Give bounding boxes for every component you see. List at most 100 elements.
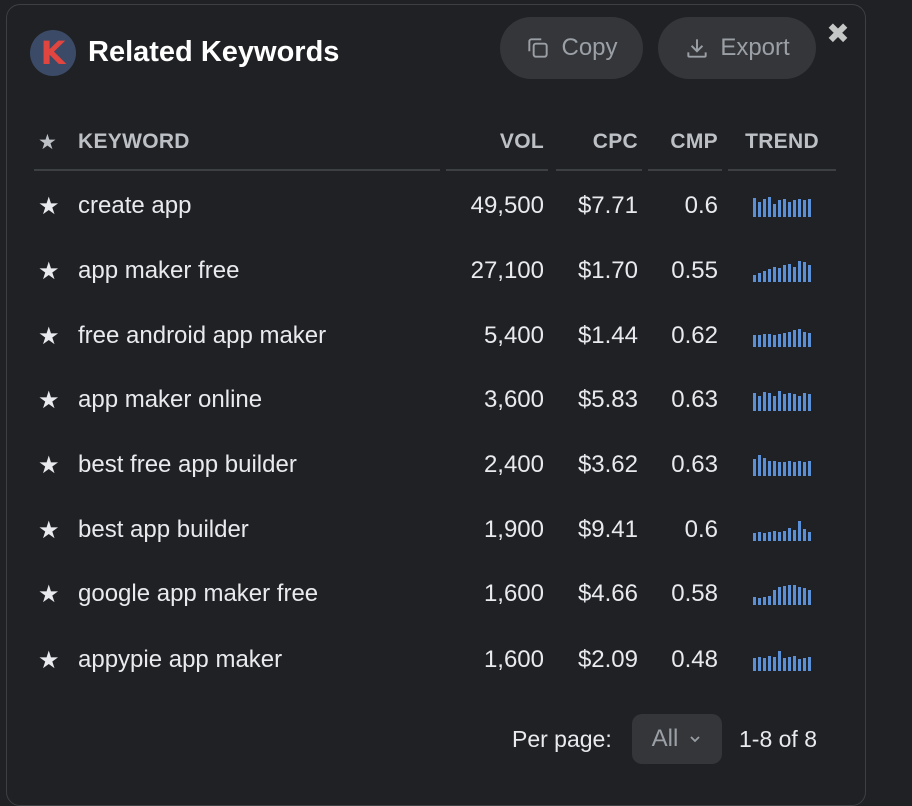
close-icon[interactable]: ✖ [824,20,852,48]
header-divider [446,169,548,171]
trend-bar [808,394,811,411]
trend-bar [793,267,796,282]
keyword-column-header[interactable]: KEYWORD [78,110,473,174]
sparkline-bars [753,454,811,476]
trend-bar [753,533,756,541]
chevron-down-icon [690,736,700,743]
trend-bar [808,265,811,282]
trend-bar [773,590,776,605]
table-row: ★ appypie app maker 1,600 $2.09 0.48 [34,628,836,692]
volume-value: 49,500 [470,192,544,219]
cmp-column-header[interactable]: CMP [648,110,718,174]
vol-column-header[interactable]: VOL [446,110,544,174]
panel-title: Related Keywords [88,36,340,68]
keyword-text[interactable]: app maker free [78,239,473,303]
favorite-star-icon[interactable]: ★ [38,628,68,692]
trend-sparkline[interactable] [728,174,836,238]
trend-sparkline[interactable] [728,368,836,432]
trend-bar [763,392,766,411]
table-header: ★ KEYWORD VOL CPC CMP TREND [34,110,836,174]
keyword-text[interactable]: google app maker free [78,562,473,626]
table-row: ★ free android app maker 5,400 $1.44 0.6… [34,304,836,368]
cpc-column-header[interactable]: CPC [554,110,638,174]
favorite-star-icon[interactable]: ★ [38,368,68,432]
trend-bar [768,269,771,282]
trend-bar [778,462,781,476]
trend-bar [793,394,796,411]
trend-bar [793,585,796,605]
keyword-text[interactable]: appypie app maker [78,628,473,692]
trend-bar [778,651,781,671]
trend-bar [768,393,771,411]
sparkline-bars [753,195,811,217]
trend-bar [778,200,781,217]
table-row: ★ google app maker free 1,600 $4.66 0.58 [34,562,836,626]
favorite-star-icon[interactable]: ★ [38,498,68,562]
trend-sparkline[interactable] [728,304,836,368]
trend-bar [773,531,776,541]
sparkline-bars [753,583,811,605]
trend-bar [758,202,761,217]
favorite-star-icon[interactable]: ★ [38,174,68,238]
per-page-select[interactable]: All [632,714,722,764]
trend-bar [788,332,791,347]
trend-bar [803,529,806,541]
keyword-text[interactable]: best app builder [78,498,473,562]
cpc-value: $9.41 [577,516,638,543]
favorite-star-icon[interactable]: ★ [38,239,68,303]
trend-bar [763,334,766,347]
trend-bar [763,658,766,671]
trend-bar [793,656,796,671]
keywords-everywhere-logo: K [30,30,76,76]
trend-bar [803,262,806,282]
download-icon [687,39,707,58]
keyword-text[interactable]: create app [78,174,473,238]
trend-bar [758,273,761,282]
trend-bar [758,455,761,476]
copy-button[interactable]: Copy [500,17,643,79]
trend-sparkline[interactable] [728,433,836,497]
trend-bar [793,530,796,541]
table-row: ★ app maker free 27,100 $1.70 0.55 [34,239,836,303]
table-row: ★ app maker online 3,600 $5.83 0.63 [34,368,836,432]
trend-bar [753,275,756,282]
table-row: ★ best free app builder 2,400 $3.62 0.63 [34,433,836,497]
trend-bar [808,532,811,541]
export-button-label: Export [720,34,790,61]
trend-bar [753,393,756,411]
trend-bar [788,461,791,476]
trend-bar [773,204,776,217]
trend-sparkline[interactable] [728,239,836,303]
trend-bar [753,198,756,217]
trend-bar [788,528,791,541]
trend-bar [783,199,786,217]
cpc-value: $2.09 [577,646,638,673]
trend-bar [763,458,766,476]
volume-value: 5,400 [483,322,544,349]
export-button[interactable]: Export [658,17,816,79]
trend-bar [798,396,801,411]
cpc-value: $7.71 [577,192,638,219]
favorite-star-icon[interactable]: ★ [38,433,68,497]
favorite-star-icon[interactable]: ★ [38,304,68,368]
copy-button-label: Copy [561,34,618,61]
trend-bar [763,199,766,217]
trend-bar [778,391,781,411]
trend-bar [768,532,771,541]
sparkline-bars [753,389,811,411]
trend-bar [798,659,801,671]
trend-bar [758,396,761,411]
star-column-header[interactable]: ★ [38,110,68,174]
pagination-range: 1-8 of 8 [739,725,817,752]
keyword-text[interactable]: app maker online [78,368,473,432]
trend-sparkline[interactable] [728,628,836,692]
header-divider [648,169,722,171]
keyword-text[interactable]: best free app builder [78,433,473,497]
copy-icon [528,38,549,58]
trend-sparkline[interactable] [728,562,836,626]
trend-sparkline[interactable] [728,498,836,562]
favorite-star-icon[interactable]: ★ [38,562,68,626]
competition-value: 0.55 [671,257,718,284]
keyword-text[interactable]: free android app maker [78,304,473,368]
trend-bar [788,202,791,217]
